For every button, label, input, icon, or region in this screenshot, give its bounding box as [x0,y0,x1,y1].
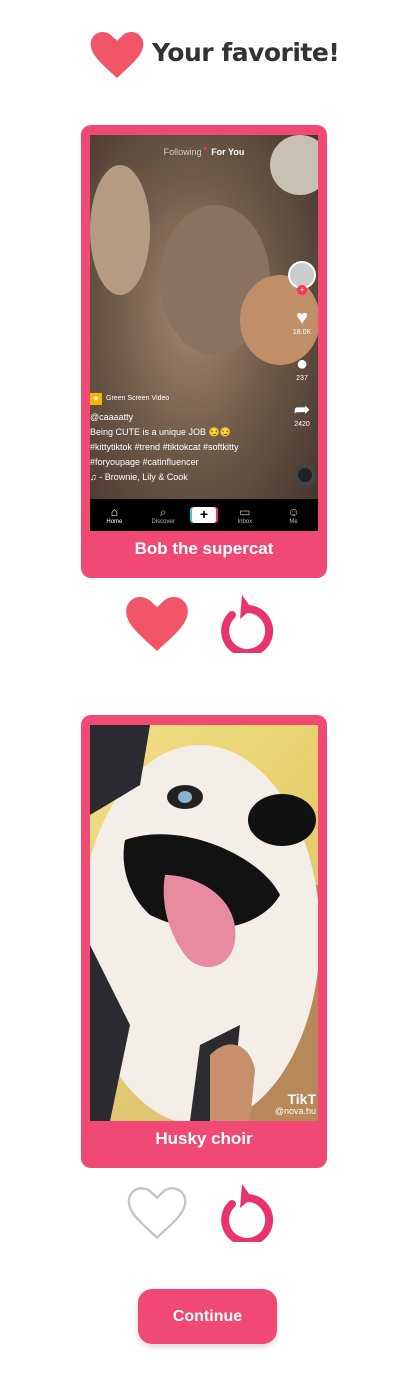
like-button[interactable] [126,597,188,651]
home-icon: ⌂ [110,505,119,519]
green-screen-icon: ★ [90,392,102,405]
watermark: TikT @nova.hu [274,1091,316,1116]
video-actions [0,1182,415,1242]
video-thumbnail[interactable]: TikT @nova.hu [90,725,318,1121]
continue-button[interactable]: Continue [138,1289,277,1344]
video-card[interactable]: Following For You + ♥ 18.0K ● 237 ➦ 2420… [81,125,327,578]
inbox-icon: ▭ [239,505,251,519]
video-actions [0,593,415,653]
share-icon: ➦ [293,399,311,421]
nav-discover: ⌕ Discover [143,505,183,525]
like-counter: ♥ 18.0K [286,307,318,336]
video-title: Husky choir [155,1129,253,1148]
video-thumbnail[interactable]: Following For You + ♥ 18.0K ● 237 ➦ 2420… [90,135,318,531]
like-button[interactable] [126,1186,188,1240]
replay-icon [221,604,274,653]
header: Your favorite! [0,30,415,80]
app-tabbar: ⌂ Home ⌕ Discover + ▭ Inbox ☺ Me [90,499,318,531]
description: Being CUTE is a unique JOB 😏😏 [90,427,231,437]
heart-outline-icon [127,1187,187,1240]
music-label: ♫ - Brownie, Lily & Cook [90,472,188,482]
music-disc-icon [294,464,316,486]
page-title: Your favorite! [152,38,340,67]
heart-icon [90,32,144,78]
replay-button[interactable] [218,593,274,653]
search-icon: ⌕ [159,505,167,519]
heart-icon [126,597,188,651]
video-title: Bob the supercat [134,539,274,558]
video-card[interactable]: TikT @nova.hu Husky choir [81,715,327,1168]
green-screen-badge: ★ Green Screen Video [90,391,290,406]
plus-icon: + [297,285,307,295]
replay-button[interactable] [218,1182,274,1242]
tab-for-you: For You [211,147,245,157]
husky-photo [90,725,318,1121]
hashtags: #foryoupage #catinfluencer [90,457,199,467]
nav-me: ☺ Me [274,505,314,525]
comment-counter: ● 237 [286,353,318,382]
tab-following: Following [163,147,202,157]
replay-icon [221,1193,274,1242]
username: @caaaatty [90,412,134,422]
heart-icon: ♥ [296,307,308,329]
create-icon: + [191,507,216,523]
nav-home: ⌂ Home [94,505,134,525]
nav-inbox: ▭ Inbox [225,505,265,525]
feed-tabs: Following For You [90,147,318,157]
comment-icon: ● [295,353,309,375]
hashtags: #kittytiktok #trend #tiktokcat #softkitt… [90,442,239,452]
profile-icon: ☺ [287,505,300,519]
video-info: ★ Green Screen Video @caaaatty Being CUTE… [90,391,290,485]
share-counter: ➦ 2420 [286,399,318,428]
